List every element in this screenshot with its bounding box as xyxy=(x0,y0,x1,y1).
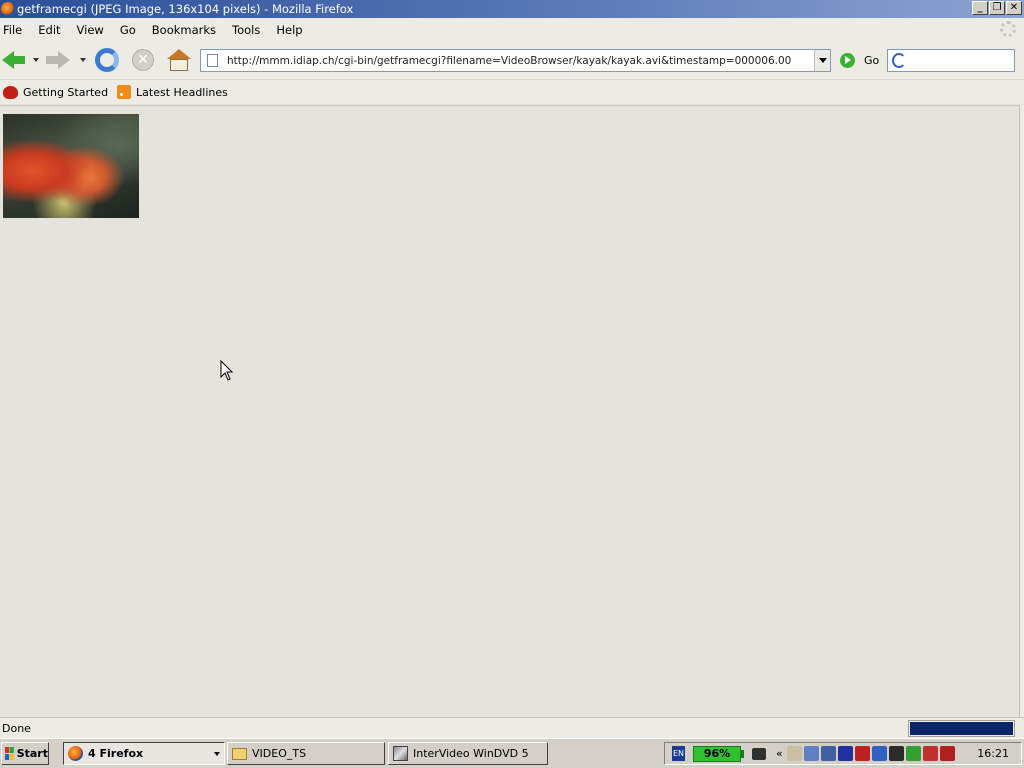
forward-button[interactable] xyxy=(46,48,72,72)
tray-app-icon[interactable] xyxy=(871,746,887,761)
minimize-button[interactable]: _ xyxy=(972,1,988,15)
rss-feed-icon xyxy=(117,85,132,99)
close-button[interactable]: ✕ xyxy=(1006,1,1022,15)
battery-meter[interactable]: 96% xyxy=(693,745,741,762)
content-edge xyxy=(1019,105,1024,717)
taskbar-item-label: 4 Firefox xyxy=(88,747,144,760)
window-controls: _ ❐ ✕ xyxy=(972,1,1022,15)
windows-logo-icon xyxy=(5,747,14,760)
menu-edit[interactable]: Edit xyxy=(38,23,60,37)
page-content xyxy=(0,105,1019,717)
url-text[interactable]: http://mmm.idiap.ch/cgi-bin/getframecgi?… xyxy=(227,55,817,67)
taskbar-item-video-ts[interactable]: VIDEO_TS xyxy=(227,742,385,765)
system-tray: EN 96% « 16:21 xyxy=(664,742,1022,765)
tray-app-icon[interactable] xyxy=(888,746,904,761)
firefox-bookmark-icon xyxy=(3,85,18,99)
tray-app-icon[interactable] xyxy=(939,746,955,761)
menu-view[interactable]: View xyxy=(77,23,104,37)
go-button[interactable]: Go xyxy=(840,53,879,68)
firefox-icon xyxy=(68,746,83,761)
url-bar[interactable]: http://mmm.idiap.ch/cgi-bin/getframecgi?… xyxy=(200,49,831,72)
status-text: Done xyxy=(2,721,31,735)
video-frame-image[interactable] xyxy=(3,114,139,218)
tray-app-icon[interactable] xyxy=(854,746,870,761)
chevron-down-icon xyxy=(214,752,220,756)
throbber-icon xyxy=(1000,21,1016,37)
language-indicator[interactable]: EN xyxy=(672,746,685,761)
reload-icon xyxy=(95,48,119,72)
bookmark-label: Latest Headlines xyxy=(136,85,228,99)
bookmarks-toolbar: Getting Started Latest Headlines xyxy=(0,79,1024,104)
start-button[interactable]: Start xyxy=(1,742,49,765)
menu-tools[interactable]: Tools xyxy=(232,23,260,37)
bookmark-latest-headlines[interactable]: Latest Headlines xyxy=(117,85,228,99)
back-history-dropdown-icon[interactable] xyxy=(33,58,39,62)
url-history-dropdown-button[interactable] xyxy=(814,50,830,71)
bookmark-label: Getting Started xyxy=(23,85,109,99)
tray-app-icon[interactable] xyxy=(905,746,921,761)
stop-button[interactable]: ✕ xyxy=(130,48,156,72)
page-icon xyxy=(207,54,218,67)
taskbar-item-windvd[interactable]: InterVideo WinDVD 5 xyxy=(388,742,548,765)
clock[interactable]: 16:21 xyxy=(977,747,1009,760)
taskbar-item-label: VIDEO_TS xyxy=(252,747,307,760)
taskbar-item-firefox[interactable]: 4 Firefox xyxy=(63,742,225,765)
power-plug-icon[interactable] xyxy=(752,747,766,760)
windvd-icon xyxy=(393,746,408,761)
forward-history-dropdown-icon[interactable] xyxy=(80,58,86,62)
battery-nub xyxy=(741,749,744,758)
menu-bar: File Edit View Go Bookmarks Tools Help xyxy=(0,18,1024,42)
bookmark-getting-started[interactable]: Getting Started xyxy=(3,85,109,99)
tray-app-icon[interactable] xyxy=(837,746,853,761)
stop-icon: ✕ xyxy=(132,49,154,71)
window-title: getframecgi (JPEG Image, 136x104 pixels)… xyxy=(17,2,354,16)
home-icon xyxy=(167,49,191,59)
show-hidden-icons-button[interactable]: « xyxy=(776,747,783,760)
taskbar-item-label: InterVideo WinDVD 5 xyxy=(413,747,529,760)
tray-icons xyxy=(786,746,955,761)
tray-app-icon[interactable] xyxy=(922,746,938,761)
navigation-toolbar: ✕ http://mmm.idiap.ch/cgi-bin/getframecg… xyxy=(0,42,1024,79)
progress-bar xyxy=(910,722,1013,735)
menu-bookmarks[interactable]: Bookmarks xyxy=(152,23,216,37)
restore-button[interactable]: ❐ xyxy=(989,1,1005,15)
progress-panel xyxy=(908,720,1015,737)
menu-help[interactable]: Help xyxy=(276,23,302,37)
tray-app-icon[interactable] xyxy=(820,746,836,761)
menu-file[interactable]: File xyxy=(3,23,22,37)
tray-app-icon[interactable] xyxy=(786,746,802,761)
title-bar: getframecgi (JPEG Image, 136x104 pixels)… xyxy=(0,0,1024,18)
tray-app-icon[interactable] xyxy=(803,746,819,761)
start-label: Start xyxy=(16,747,48,760)
menu-go[interactable]: Go xyxy=(120,23,136,37)
search-input[interactable] xyxy=(887,49,1015,72)
status-bar: Done xyxy=(0,717,1024,738)
folder-icon xyxy=(232,747,247,760)
go-arrow-icon xyxy=(840,53,855,68)
back-button[interactable] xyxy=(2,48,28,72)
home-button[interactable] xyxy=(166,48,192,72)
google-search-icon[interactable] xyxy=(892,53,906,68)
taskbar: Start 4 Firefox VIDEO_TS InterVideo WinD… xyxy=(0,738,1024,768)
go-label: Go xyxy=(864,54,880,67)
reload-button[interactable] xyxy=(94,48,120,72)
firefox-icon xyxy=(1,2,15,16)
